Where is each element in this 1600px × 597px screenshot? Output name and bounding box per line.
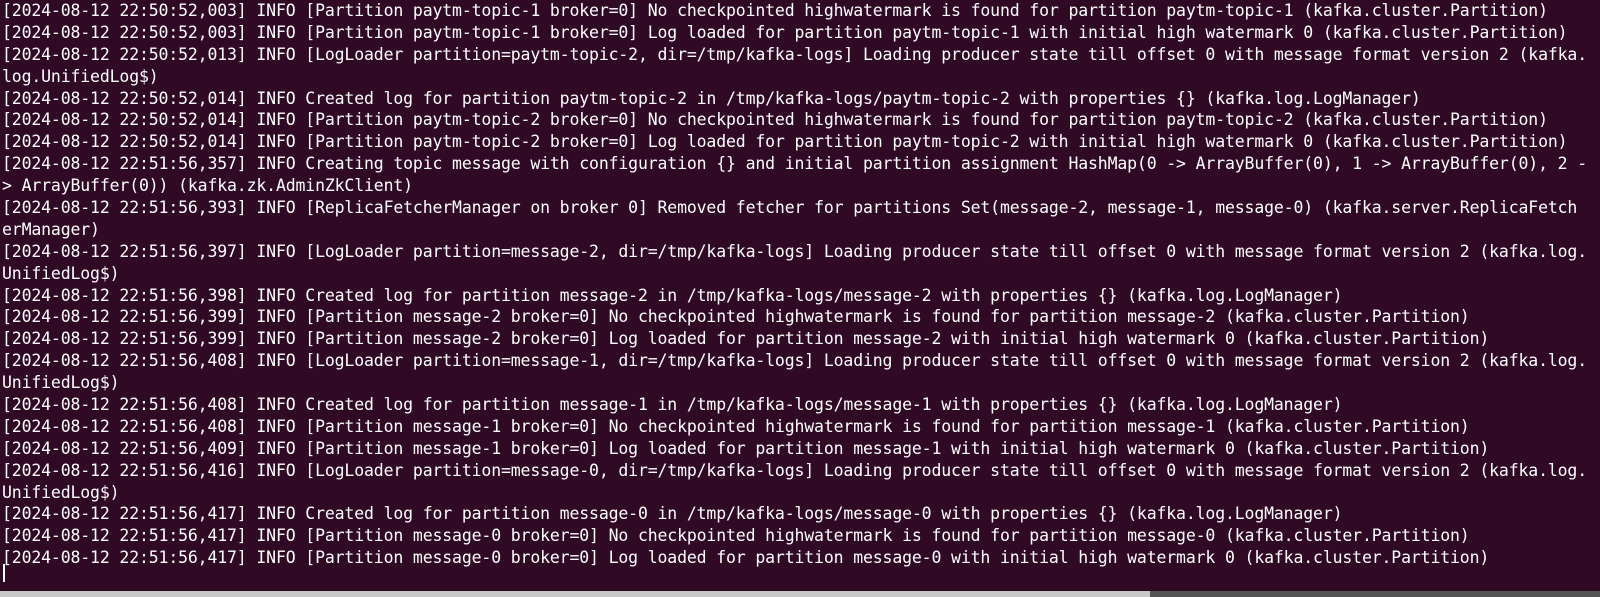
bottom-strip-segment	[1150, 591, 1600, 597]
log-line: [2024-08-12 22:51:56,408] INFO Created l…	[2, 395, 1343, 415]
log-line: [2024-08-12 22:51:56,397] INFO [LogLoade…	[2, 241, 1587, 261]
log-line: [2024-08-12 22:50:52,014] INFO Created l…	[2, 88, 1421, 108]
log-line: [2024-08-12 22:51:56,417] INFO [Partitio…	[2, 526, 1470, 546]
log-line: > ArrayBuffer(0)) (kafka.zk.AdminZkClien…	[2, 176, 413, 196]
log-line: [2024-08-12 22:51:56,399] INFO [Partitio…	[2, 307, 1470, 327]
log-line: [2024-08-12 22:50:52,013] INFO [LogLoade…	[2, 44, 1587, 64]
log-line: erManager)	[2, 219, 100, 239]
log-line: [2024-08-12 22:50:52,014] INFO [Partitio…	[2, 132, 1568, 152]
bottom-strip	[0, 591, 1600, 597]
log-line: [2024-08-12 22:51:56,357] INFO Creating …	[2, 154, 1587, 174]
log-line: [2024-08-12 22:50:52,003] INFO [Partitio…	[2, 22, 1568, 42]
log-line: [2024-08-12 22:51:56,398] INFO Created l…	[2, 285, 1343, 305]
log-line: [2024-08-12 22:51:56,399] INFO [Partitio…	[2, 329, 1490, 349]
log-line: [2024-08-12 22:50:52,003] INFO [Partitio…	[2, 1, 1548, 20]
log-line: UnifiedLog$)	[2, 373, 120, 393]
log-line: UnifiedLog$)	[2, 482, 120, 502]
log-line: [2024-08-12 22:51:56,417] INFO Created l…	[2, 504, 1343, 524]
text-cursor	[3, 564, 5, 582]
log-line: UnifiedLog$)	[2, 263, 120, 283]
log-line: [2024-08-12 22:50:52,014] INFO [Partitio…	[2, 110, 1548, 130]
log-line: [2024-08-12 22:51:56,393] INFO [ReplicaF…	[2, 198, 1578, 218]
log-line: [2024-08-12 22:51:56,408] INFO [Partitio…	[2, 416, 1470, 436]
terminal-window[interactable]: [2024-08-12 22:50:52,003] INFO [Partitio…	[0, 0, 1600, 597]
log-line: log.UnifiedLog$)	[2, 66, 159, 86]
log-line: [2024-08-12 22:51:56,408] INFO [LogLoade…	[2, 351, 1587, 371]
log-line: [2024-08-12 22:51:56,417] INFO [Partitio…	[2, 548, 1490, 568]
log-line: [2024-08-12 22:51:56,416] INFO [LogLoade…	[2, 460, 1587, 480]
terminal-output[interactable]: [2024-08-12 22:50:52,003] INFO [Partitio…	[0, 0, 1600, 580]
log-line: [2024-08-12 22:51:56,409] INFO [Partitio…	[2, 438, 1490, 458]
